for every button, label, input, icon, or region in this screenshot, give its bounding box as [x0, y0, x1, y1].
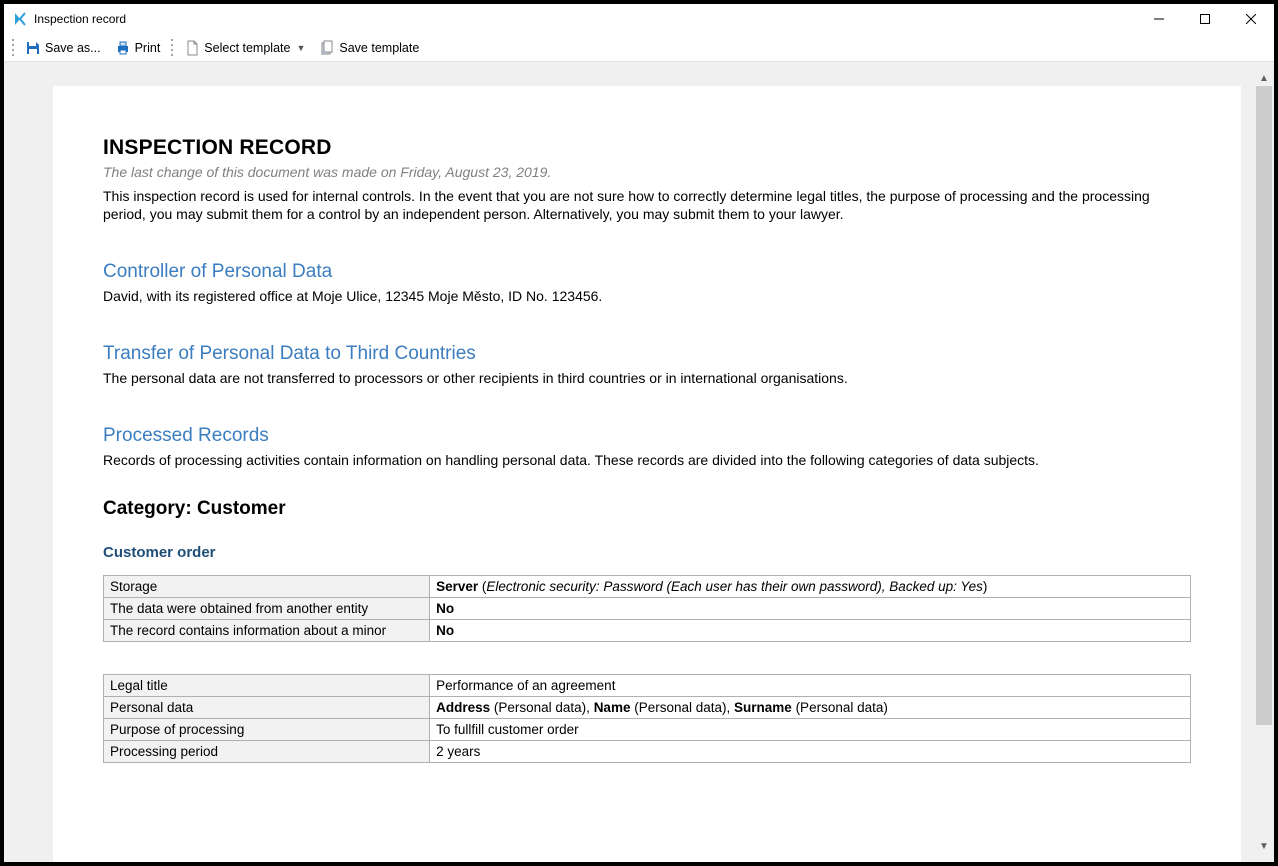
document-viewport[interactable]: INSPECTION RECORD The last change of thi…: [4, 62, 1274, 862]
select-template-button[interactable]: Select template ▼: [177, 37, 312, 59]
floppy-disk-icon: [25, 40, 41, 56]
cell-value: No: [430, 619, 1191, 641]
cell-key: The record contains information about a …: [104, 619, 430, 641]
toolbar: Save as... Print Select template ▼: [4, 34, 1274, 62]
table-row: The record contains information about a …: [104, 619, 1191, 641]
close-button[interactable]: [1228, 4, 1274, 34]
cell-key: Personal data: [104, 696, 430, 718]
cell-value: To fullfill customer order: [430, 718, 1191, 740]
save-template-button[interactable]: Save template: [312, 37, 426, 59]
chevron-down-icon: ▼: [296, 43, 305, 53]
toolbar-grip-2: [169, 39, 175, 57]
save-as-label: Save as...: [45, 41, 101, 55]
cell-key: Processing period: [104, 740, 430, 762]
table-row: Personal data Address (Personal data), N…: [104, 696, 1191, 718]
document-page: INSPECTION RECORD The last change of thi…: [53, 86, 1241, 862]
minimize-button[interactable]: [1136, 4, 1182, 34]
cell-key: Storage: [104, 575, 430, 597]
storage-table: Storage Server (Electronic security: Pas…: [103, 575, 1191, 642]
scroll-down-icon[interactable]: ▼: [1256, 838, 1272, 854]
cell-value: Server (Electronic security: Password (E…: [430, 575, 1191, 597]
print-label: Print: [135, 41, 161, 55]
transfer-body: The personal data are not transferred to…: [103, 369, 1191, 387]
document-icon: [184, 40, 200, 56]
save-as-button[interactable]: Save as...: [18, 37, 108, 59]
table-row: Processing period 2 years: [104, 740, 1191, 762]
cell-value: 2 years: [430, 740, 1191, 762]
window-controls: [1136, 4, 1274, 34]
cell-value: No: [430, 597, 1191, 619]
save-template-label: Save template: [339, 41, 419, 55]
app-icon: [12, 11, 28, 27]
transfer-heading: Transfer of Personal Data to Third Count…: [103, 343, 1191, 365]
document-copy-icon: [319, 40, 335, 56]
maximize-button[interactable]: [1182, 4, 1228, 34]
cell-key: Purpose of processing: [104, 718, 430, 740]
title-bar: Inspection record: [4, 4, 1274, 34]
processing-table: Legal title Performance of an agreement …: [103, 674, 1191, 763]
document-title: INSPECTION RECORD: [103, 136, 1191, 160]
category-heading: Category: Customer: [103, 498, 1191, 520]
document-intro: This inspection record is used for inter…: [103, 188, 1191, 223]
scroll-up-icon[interactable]: ▲: [1256, 70, 1272, 86]
cell-value: Performance of an agreement: [430, 674, 1191, 696]
print-button[interactable]: Print: [108, 37, 168, 59]
toolbar-grip: [10, 39, 16, 57]
scrollbar-thumb[interactable]: [1256, 86, 1272, 725]
table-row: Storage Server (Electronic security: Pas…: [104, 575, 1191, 597]
controller-heading: Controller of Personal Data: [103, 261, 1191, 283]
cell-key: Legal title: [104, 674, 430, 696]
cell-value: Address (Personal data), Name (Personal …: [430, 696, 1191, 718]
scrollbar-track[interactable]: [1256, 86, 1272, 838]
document-subtitle: The last change of this document was mad…: [103, 164, 1191, 180]
table-row: Legal title Performance of an agreement: [104, 674, 1191, 696]
processed-heading: Processed Records: [103, 425, 1191, 447]
window-title: Inspection record: [34, 12, 126, 26]
select-template-label: Select template: [204, 41, 290, 55]
vertical-scrollbar[interactable]: ▲ ▼: [1256, 86, 1272, 838]
app-window: Inspection record Save a: [3, 3, 1275, 863]
printer-icon: [115, 40, 131, 56]
table-row: Purpose of processing To fullfill custom…: [104, 718, 1191, 740]
table-row: The data were obtained from another enti…: [104, 597, 1191, 619]
subcategory-heading: Customer order: [103, 544, 1191, 561]
controller-body: David, with its registered office at Moj…: [103, 287, 1191, 305]
cell-key: The data were obtained from another enti…: [104, 597, 430, 619]
processed-body: Records of processing activities contain…: [103, 451, 1191, 469]
